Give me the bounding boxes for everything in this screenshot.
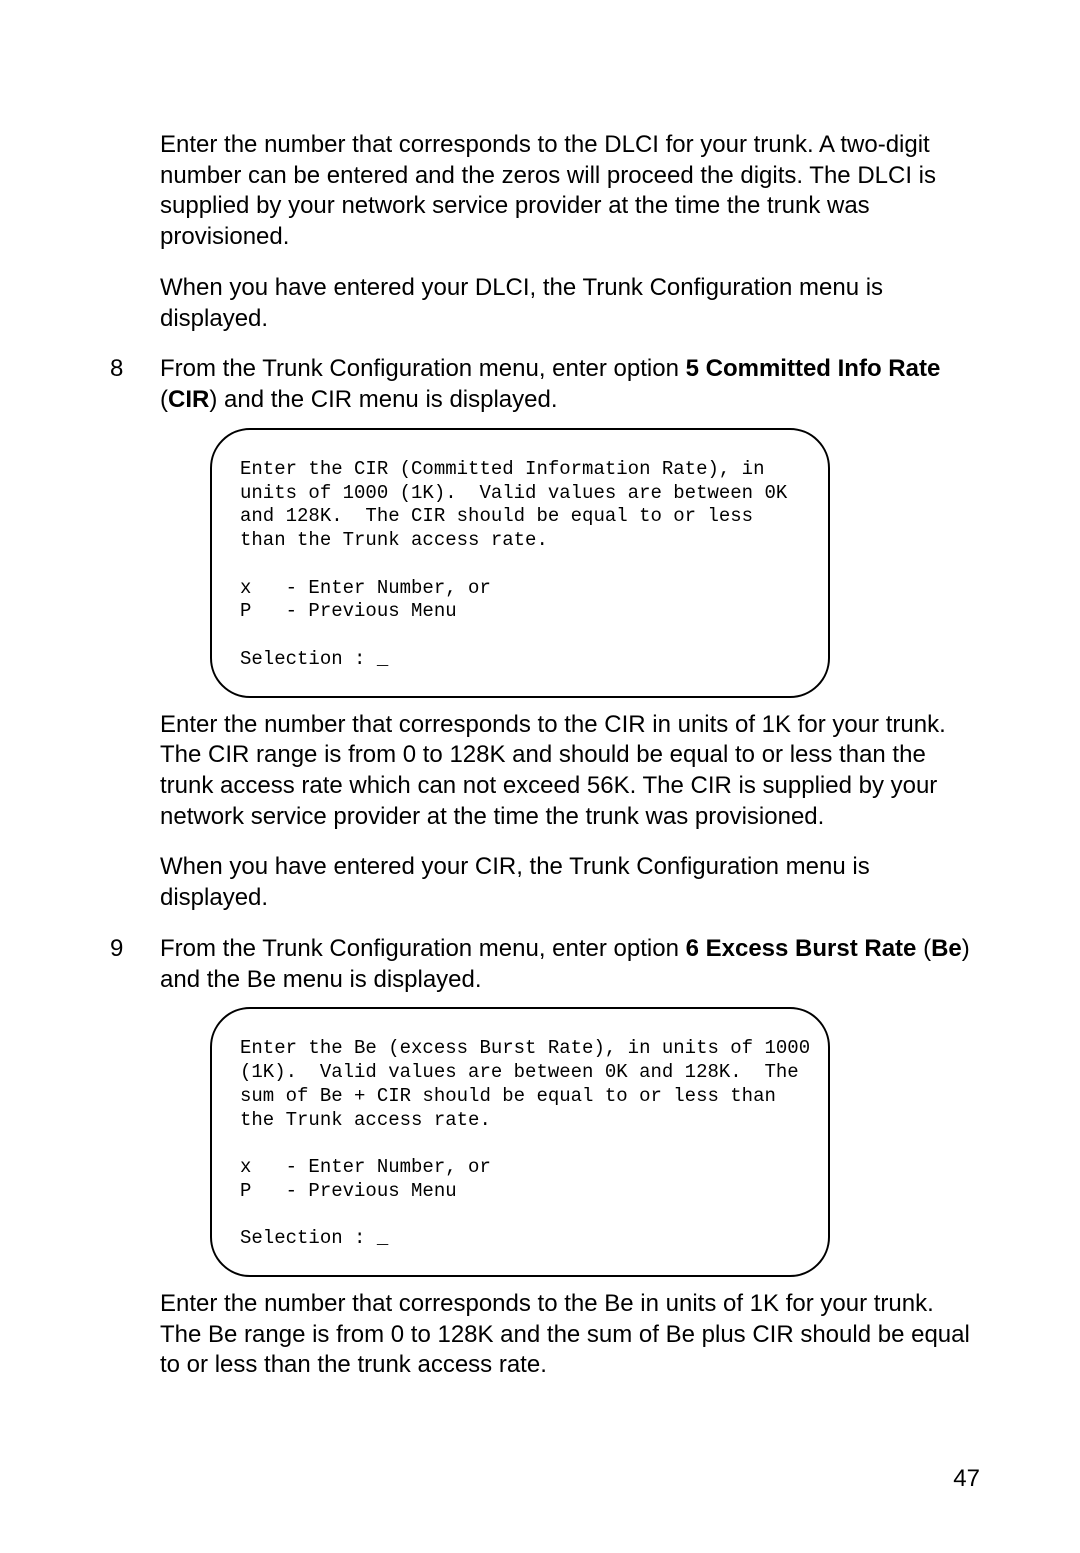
page-number: 47	[953, 1465, 980, 1493]
step-8-mid: (	[160, 386, 168, 413]
paragraph-cir-result: When you have entered your CIR, the Trun…	[160, 852, 980, 913]
step-9-text: From the Trunk Configuration menu, enter…	[160, 934, 980, 995]
step-9-lead: From the Trunk Configuration menu, enter…	[160, 935, 686, 962]
step-8-tail: ) and the CIR menu is displayed.	[209, 386, 557, 413]
step-9-row: 9 From the Trunk Configuration menu, ent…	[110, 934, 980, 995]
step-9-mid: (	[916, 935, 931, 962]
step-8-lead: From the Trunk Configuration menu, enter…	[160, 355, 686, 382]
step-9-option-label: 6 Excess Burst Rate	[686, 935, 917, 962]
paragraph-dlci-instruction: Enter the number that corresponds to the…	[160, 130, 980, 253]
paragraph-be-instruction: Enter the number that corresponds to the…	[160, 1289, 980, 1381]
step-8-text: From the Trunk Configuration menu, enter…	[160, 354, 980, 415]
step-9-abbrev: Be	[931, 935, 962, 962]
step-8-abbrev: CIR	[168, 386, 209, 413]
step-number-9: 9	[110, 934, 160, 995]
document-page: Enter the number that corresponds to the…	[0, 0, 1080, 1553]
step-number-8: 8	[110, 354, 160, 415]
step-8-option-label: 5 Committed Info Rate	[686, 355, 941, 382]
paragraph-dlci-result: When you have entered your DLCI, the Tru…	[160, 273, 980, 334]
step-8-row: 8 From the Trunk Configuration menu, ent…	[110, 354, 980, 415]
terminal-be-menu: Enter the Be (excess Burst Rate), in uni…	[210, 1007, 830, 1277]
paragraph-cir-instruction: Enter the number that corresponds to the…	[160, 710, 980, 833]
terminal-cir-menu: Enter the CIR (Committed Information Rat…	[210, 428, 830, 698]
